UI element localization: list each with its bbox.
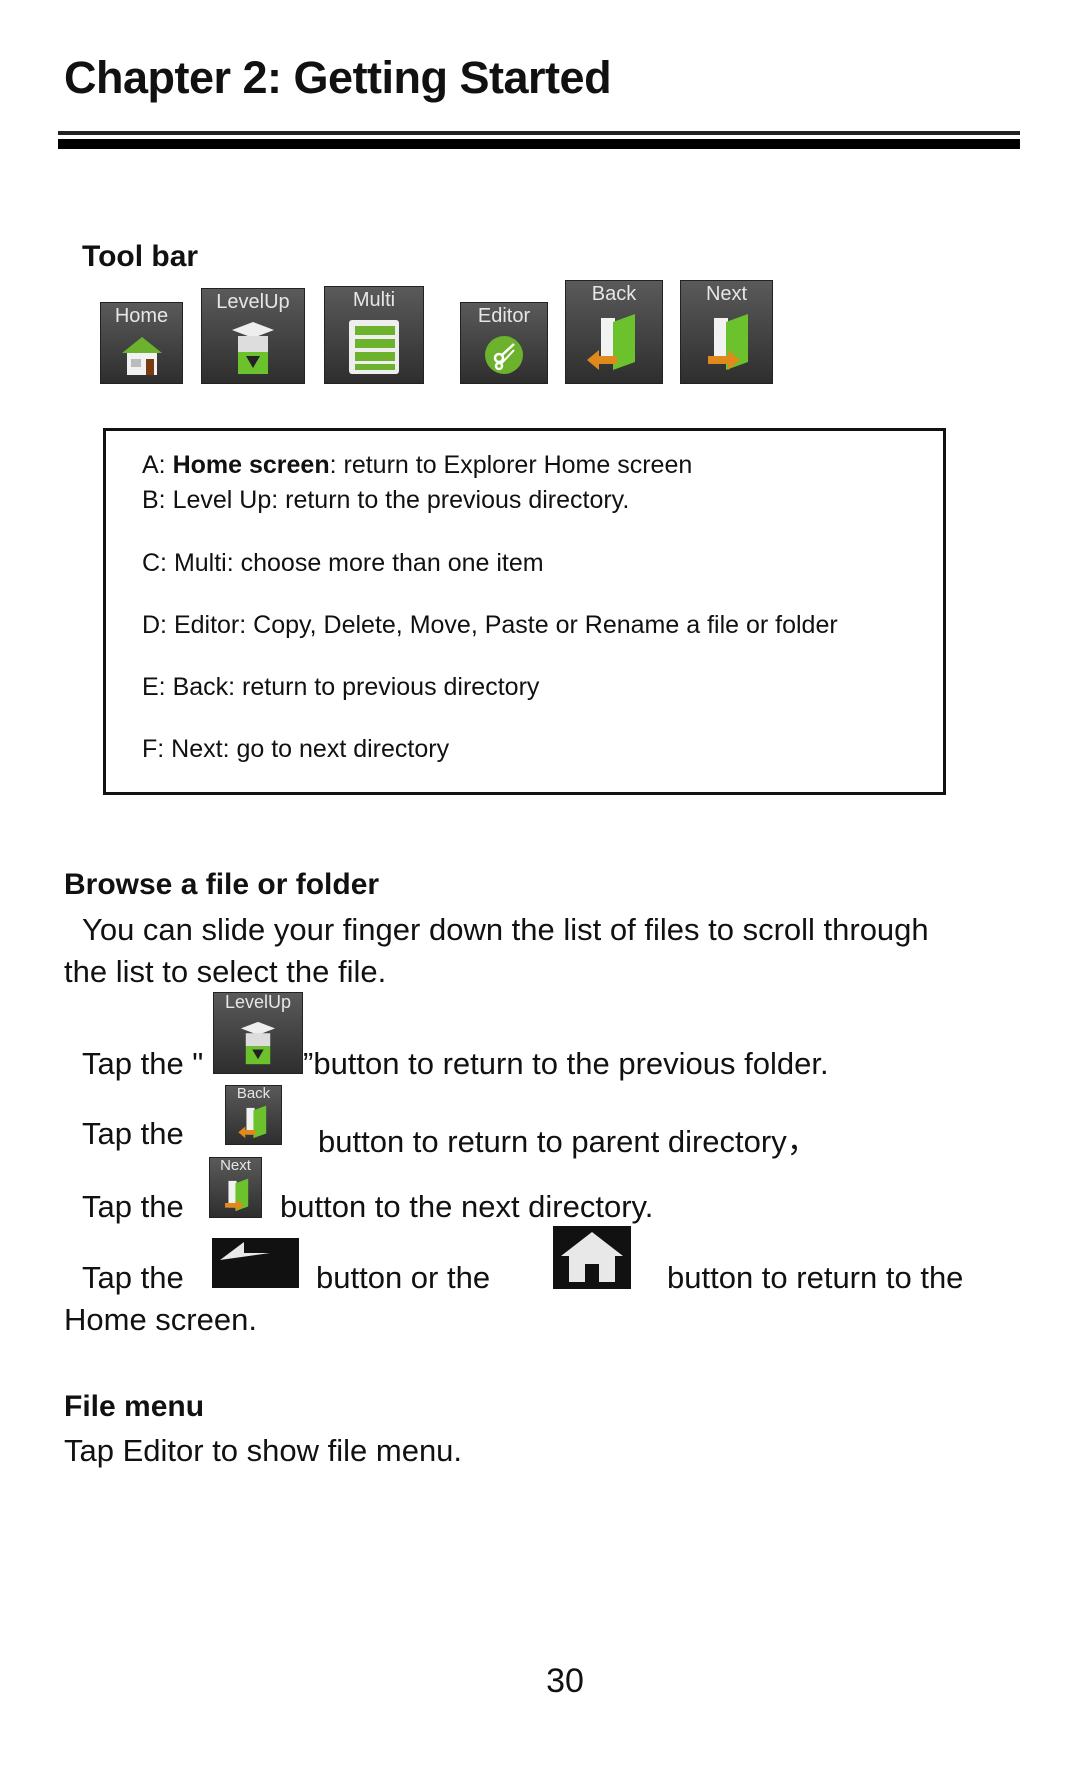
return-arrow-icon	[220, 1242, 270, 1260]
tap-next-after: button to the next directory.	[280, 1189, 654, 1224]
chapter-title: Chapter 2: Getting Started	[64, 52, 612, 103]
tap-home-after: button to return to the	[667, 1260, 964, 1295]
levelup-box-icon	[236, 1013, 280, 1073]
inline-back-label: Back	[236, 1085, 271, 1102]
toolbar-home-label: Home	[114, 305, 169, 327]
toolbar-editor-label: Editor	[477, 305, 531, 327]
inline-levelup-button: LevelUp	[213, 992, 303, 1074]
toolbar-multi-label: Multi	[352, 289, 396, 311]
tap-levelup-before: Tap the "	[82, 1046, 204, 1081]
inline-next-label: Next	[220, 1157, 251, 1174]
toolbar-multi-button: Multi	[324, 286, 424, 384]
toolbar-back-label: Back	[591, 283, 637, 305]
legend-item-e: E: Back: return to previous directory	[142, 673, 540, 701]
inline-back-button: Back	[225, 1085, 282, 1145]
toolbar-heading: Tool bar	[82, 240, 199, 273]
back-folder-arrow-icon	[566, 305, 662, 383]
tap-next-before: Tap the	[82, 1189, 184, 1224]
home-key-button	[553, 1226, 631, 1289]
toolbar-legend-box: A: Home screen: return to Explorer Home …	[103, 428, 946, 795]
tap-back-before: Tap the	[82, 1116, 184, 1151]
toolbar-levelup-label: LevelUp	[216, 291, 290, 313]
browse-intro-line1: You can slide your finger down the list …	[82, 912, 929, 947]
tap-home-before: Tap the	[82, 1260, 184, 1295]
browse-intro-line2: the list to select the file.	[64, 954, 387, 989]
home-key-icon	[561, 1232, 623, 1282]
inline-next-button: Next	[209, 1157, 262, 1218]
legend-item-f: F: Next: go to next directory	[142, 735, 450, 763]
legend-item-a: A: Home screen: return to Explorer Home …	[142, 451, 692, 480]
next-folder-arrow-icon	[681, 305, 772, 383]
tap-back-after: button to return to parent directory，	[318, 1124, 818, 1159]
multi-list-icon	[325, 311, 423, 383]
legend-item-c: C: Multi: choose more than one item	[142, 549, 544, 577]
tap-home-line2: Home screen.	[64, 1302, 257, 1337]
legend-a-rest: : return to Explorer Home screen	[329, 451, 693, 479]
legend-a-prefix: A:	[142, 451, 173, 479]
legend-item-d: D: Editor: Copy, Delete, Move, Paste or …	[142, 611, 838, 639]
legend-item-b: B: Level Up: return to the previous dire…	[142, 486, 630, 514]
toolbar-next-button: Next	[680, 280, 773, 384]
toolbar-editor-button: Editor	[460, 302, 548, 384]
title-rule-thick	[58, 139, 1020, 149]
back-folder-arrow-icon	[236, 1103, 272, 1145]
return-arrow-button	[212, 1238, 299, 1288]
next-folder-arrow-icon	[218, 1175, 254, 1218]
toolbar-back-button: Back	[565, 280, 663, 384]
file-menu-text: Tap Editor to show file menu.	[64, 1433, 463, 1468]
home-house-icon	[101, 327, 182, 383]
title-rule-thin	[58, 131, 1020, 135]
toolbar-home-button: Home	[100, 302, 183, 384]
toolbar-next-label: Next	[705, 283, 748, 305]
tap-levelup-after: ”button to return to the previous folder…	[303, 1046, 829, 1081]
browse-heading: Browse a file or folder	[64, 868, 380, 901]
tap-home-middle: button or the	[316, 1260, 491, 1295]
inline-levelup-label: LevelUp	[224, 992, 292, 1012]
levelup-box-icon	[202, 313, 304, 383]
page-number: 30	[546, 1662, 584, 1700]
legend-a-bold: Home screen	[172, 451, 330, 479]
file-menu-heading: File menu	[64, 1390, 205, 1423]
editor-scissors-icon	[461, 327, 547, 383]
toolbar-levelup-button: LevelUp	[201, 288, 305, 384]
